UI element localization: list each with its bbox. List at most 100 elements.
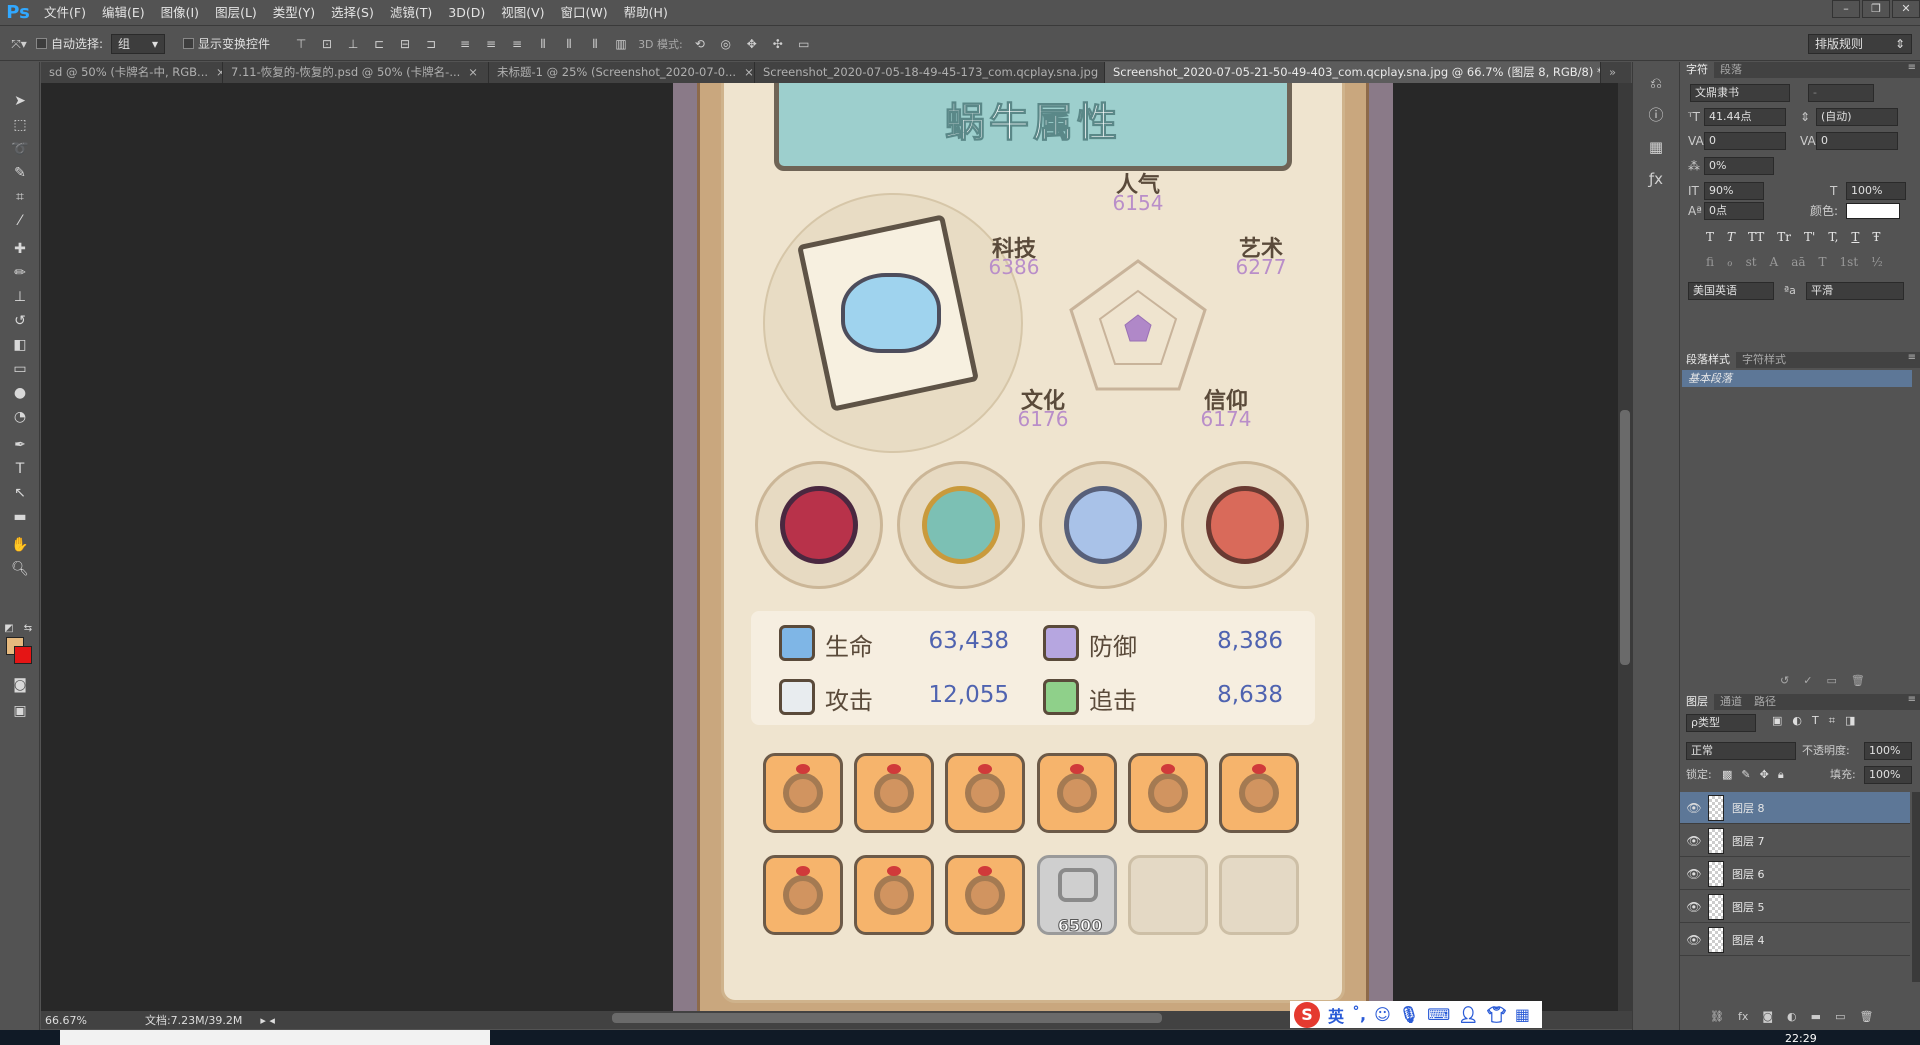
quick-select-tool-icon[interactable]: ✎ [8, 162, 32, 184]
menu-type[interactable]: 类型(Y) [265, 0, 323, 26]
menu-image[interactable]: 图像(I) [153, 0, 207, 26]
move-tool-preset-icon[interactable]: ⤧▾ [10, 36, 28, 52]
tab-doc-1[interactable]: sd @ 50% (卡牌名-中, RGB... × [41, 62, 223, 83]
distribute-hcenter-icon[interactable]: ⫴ [560, 36, 578, 52]
new-style-icon[interactable]: ▭ [1826, 674, 1836, 687]
discretionary-ligature-button[interactable]: st [1746, 255, 1757, 269]
microphone-icon[interactable]: 🎙︎ [1399, 1005, 1419, 1024]
filter-shape-icon[interactable]: ⌗ [1829, 714, 1835, 728]
opacity-field[interactable]: 100% [1864, 742, 1912, 760]
faux-italic-button[interactable]: T [1727, 230, 1735, 244]
restore-button[interactable]: ❐ [1862, 0, 1890, 18]
slide-3d-icon[interactable]: ✣ [769, 36, 787, 52]
eye-icon[interactable]: 👁︎ [1680, 900, 1708, 914]
tab-layers[interactable]: 图层 [1680, 694, 1714, 710]
antialias-dropdown[interactable]: 平滑 [1806, 282, 1904, 300]
styles-panel-icon[interactable]: ƒx [1645, 168, 1667, 190]
swatches-panel-icon[interactable]: ▦ [1645, 136, 1667, 158]
healing-brush-tool-icon[interactable]: ✚ [8, 238, 32, 260]
lock-position-icon[interactable]: ✥ [1760, 768, 1769, 782]
locked-slot[interactable]: 6500 [1037, 855, 1117, 936]
language-dropdown[interactable]: 美国英语 [1688, 282, 1774, 300]
panel-menu-icon[interactable]: ≡ [1908, 352, 1916, 363]
close-icon[interactable]: × [744, 62, 754, 83]
menu-help[interactable]: 帮助(H) [616, 0, 676, 26]
tab-doc-3[interactable]: 未标题-1 @ 25% (Screenshot_2020-07-0... × [489, 62, 755, 83]
rotate-3d-icon[interactable]: ⟲ [691, 36, 709, 52]
tab-paragraph[interactable]: 段落 [1714, 62, 1748, 78]
pen-tool-icon[interactable]: ✒ [8, 434, 32, 456]
history-panel-icon[interactable]: ⎌ [1645, 72, 1667, 94]
blend-mode-dropdown[interactable]: 正常 [1686, 742, 1796, 760]
workspace-dropdown[interactable]: 排版规则 ⇕ [1808, 34, 1912, 54]
leading-field[interactable]: (自动) [1816, 108, 1898, 126]
hand-tool-icon[interactable]: ✋ [8, 534, 32, 556]
blur-tool-icon[interactable]: ● [8, 382, 32, 404]
ring-slot[interactable] [763, 753, 843, 833]
item-slot-gem-shell[interactable] [897, 461, 1025, 589]
auto-select-checkbox[interactable]: 自动选择: [36, 35, 103, 52]
eraser-tool-icon[interactable]: ◧ [8, 334, 32, 356]
layer-mask-icon[interactable]: ◙ [1762, 1010, 1773, 1023]
all-caps-button[interactable]: TT [1748, 230, 1764, 244]
crop-tool-icon[interactable]: ⌗ [8, 186, 32, 208]
distribute-right-icon[interactable]: ⫴ [586, 36, 604, 52]
align-vcenter-icon[interactable]: ⊡ [318, 36, 336, 52]
menu-layer[interactable]: 图层(L) [207, 0, 265, 26]
layer-row[interactable]: 👁︎ 图层 6 [1680, 858, 1910, 890]
distribute-vcenter-icon[interactable]: ≡ [482, 36, 500, 52]
punctuation-icon[interactable]: ˚, [1352, 1005, 1366, 1024]
tab-doc-5-active[interactable]: Screenshot_2020-07-05-21-50-49-403_com.q… [1105, 62, 1601, 83]
horizontal-scroll-thumb[interactable] [612, 1013, 1162, 1023]
screen-mode-icon[interactable]: ▣ [8, 700, 32, 722]
eye-icon[interactable]: 👁︎ [1680, 801, 1708, 815]
show-transform-check-icon[interactable] [183, 38, 195, 49]
tab-paragraph-styles[interactable]: 段落样式 [1680, 352, 1736, 368]
clear-override-icon[interactable]: ↺ [1780, 674, 1789, 687]
toolbox-icon[interactable]: ▦ [1515, 1005, 1530, 1024]
menu-3d[interactable]: 3D(D) [440, 0, 493, 26]
delete-style-icon[interactable]: 🗑︎ [1851, 674, 1865, 687]
user-icon[interactable]: 👤︎ [1458, 1005, 1478, 1024]
zoom-level[interactable]: 66.67% [45, 1014, 87, 1027]
lasso-tool-icon[interactable]: ➰ [8, 138, 32, 160]
align-bottom-icon[interactable]: ⊥ [344, 36, 362, 52]
vertical-scale-field[interactable]: 90% [1704, 182, 1764, 200]
auto-select-dropdown[interactable]: 组 ▾ [111, 33, 166, 54]
layer-row[interactable]: 👁︎ 图层 7 [1680, 825, 1910, 857]
menu-file[interactable]: 文件(F) [36, 0, 94, 26]
auto-select-check-icon[interactable] [36, 38, 47, 49]
item-slot-compass[interactable] [1039, 461, 1167, 589]
type-tool-icon[interactable]: T [8, 458, 32, 480]
rectangle-tool-icon[interactable]: ▬ [8, 506, 32, 528]
sogou-logo[interactable]: S [1294, 1001, 1320, 1028]
close-icon[interactable]: × [216, 62, 222, 83]
fraction-button[interactable]: ½ [1871, 255, 1883, 269]
menu-window[interactable]: 窗口(W) [553, 0, 616, 26]
auto-align-icon[interactable]: ▥ [612, 36, 630, 52]
font-style-dropdown[interactable]: - [1808, 84, 1874, 102]
taskbar-search-box[interactable] [60, 1030, 490, 1045]
zoom-tool-icon[interactable]: 🔍︎ [8, 558, 32, 580]
tab-paths[interactable]: 路径 [1748, 694, 1782, 710]
dodge-tool-icon[interactable]: ◔ [8, 406, 32, 428]
menu-filter[interactable]: 滤镜(T) [382, 0, 440, 26]
move-tool-icon[interactable]: ➤ [8, 90, 32, 112]
superscript-button[interactable]: T' [1804, 230, 1815, 244]
minimize-button[interactable]: – [1832, 0, 1860, 18]
text-color-swatch[interactable] [1846, 203, 1900, 219]
tab-doc-2[interactable]: 7.11-恢复的-恢复的.psd @ 50% (卡牌名-... × [223, 62, 489, 83]
filter-type-icon[interactable]: T [1812, 714, 1819, 728]
small-caps-button[interactable]: Tr [1777, 230, 1791, 244]
subscript-button[interactable]: T, [1828, 230, 1838, 244]
filter-smart-object-icon[interactable]: ◨ [1845, 714, 1855, 728]
panel-menu-icon[interactable]: ≡ [1908, 694, 1916, 705]
align-left-icon[interactable]: ⊏ [370, 36, 388, 52]
info-panel-icon[interactable]: ⓘ [1645, 104, 1667, 126]
layer-row[interactable]: 👁︎ 图层 4 [1680, 924, 1910, 956]
menu-view[interactable]: 视图(V) [493, 0, 552, 26]
tab-overflow-button[interactable]: » [1601, 62, 1631, 83]
tracking-field[interactable]: 0 [1816, 132, 1898, 150]
filter-pixel-icon[interactable]: ▣ [1772, 714, 1782, 728]
empty-slot[interactable] [1219, 855, 1299, 935]
